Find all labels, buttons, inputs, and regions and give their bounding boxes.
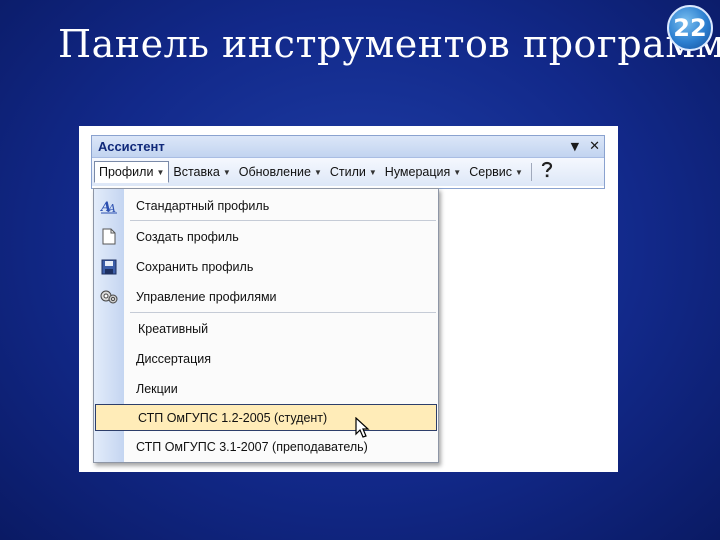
chevron-down-icon: ▼ [368,167,377,177]
menu-update[interactable]: Обновление ▼ [235,162,326,182]
window-controls: ▼ ✕ [571,139,600,154]
menu-label: Профили [99,165,154,179]
menu-label: Обновление [238,165,311,179]
menu-numbering[interactable]: Нумерация ▼ [381,162,465,182]
toolbar-options-dropdown-icon[interactable]: ▼ [571,140,579,153]
chevron-down-icon: ▼ [222,167,231,177]
menu-item-label: Диссертация [136,351,212,366]
menu-profiles[interactable]: Профили ▼ [94,161,170,183]
close-icon[interactable]: ✕ [589,139,600,154]
standard-profile-icon: AA [94,198,124,214]
menu-label: Вставка [173,165,220,179]
menu-item-label: СТП ОмГУПС 1.2-2005 (студент) [138,410,328,425]
menu-item-create-profile[interactable]: Создать профиль [94,222,438,251]
menu-item-save-profile[interactable]: Сохранить профиль [94,252,438,281]
assistant-toolbar-window: Ассистент ▼ ✕ Профили ▼ Вставка ▼ Обновл… [91,135,605,189]
menu-separator [530,163,532,181]
help-pointer-icon[interactable] [536,161,558,183]
slide-number-badge: 22 [667,5,713,51]
menu-label: Нумерация [384,165,451,179]
menu-label: Сервис [469,165,513,179]
slide-title: Панель инструментов программы [58,22,720,66]
save-icon [94,259,124,275]
menu-item-standard-profile[interactable]: AA Стандартный профиль [94,191,438,220]
manage-profiles-icon [94,289,124,305]
menu-insert[interactable]: Вставка ▼ [169,162,234,182]
menu-item-label: Сохранить профиль [136,259,254,274]
menu-separator [130,312,436,313]
new-document-icon [94,228,124,245]
menu-item-label: СТП ОмГУПС 3.1-2007 (преподаватель) [136,439,368,454]
mouse-pointer-icon [355,417,370,438]
menu-styles[interactable]: Стили ▼ [326,162,381,182]
menu-separator [130,220,436,221]
chevron-down-icon: ▼ [453,167,462,177]
menu-item-stp-student[interactable]: СТП ОмГУПС 1.2-2005 (студент) [95,404,437,431]
menu-item-stp-teacher[interactable]: СТП ОмГУПС 3.1-2007 (преподаватель) [94,432,438,461]
menu-label: Стили [329,165,366,179]
menu-item-label: Стандартный профиль [136,198,270,213]
profiles-dropdown-menu: AA Стандартный профиль Создать профиль С… [93,188,439,463]
chevron-down-icon: ▼ [313,167,322,177]
menu-item-label: Лекции [136,381,178,396]
menu-item-creative[interactable]: Креативный [94,314,438,343]
menu-item-lectures[interactable]: Лекции [94,374,438,403]
menu-item-label: Креативный [138,321,209,336]
menu-service[interactable]: Сервис ▼ [465,162,527,182]
menu-item-dissertation[interactable]: Диссертация [94,344,438,373]
chevron-down-icon: ▼ [156,167,165,177]
chevron-down-icon: ▼ [515,167,523,177]
menu-item-label: Создать профиль [136,229,239,244]
svg-text:A: A [107,202,116,214]
window-title: Ассистент [98,139,165,154]
screenshot-frame: Ассистент ▼ ✕ Профили ▼ Вставка ▼ Обновл… [79,126,618,472]
menu-item-manage-profiles[interactable]: Управление профилями [94,282,438,311]
menubar: Профили ▼ Вставка ▼ Обновление ▼ Стили ▼… [92,158,604,186]
window-titlebar[interactable]: Ассистент ▼ ✕ [92,136,604,158]
menu-item-label: Управление профилями [136,289,277,304]
